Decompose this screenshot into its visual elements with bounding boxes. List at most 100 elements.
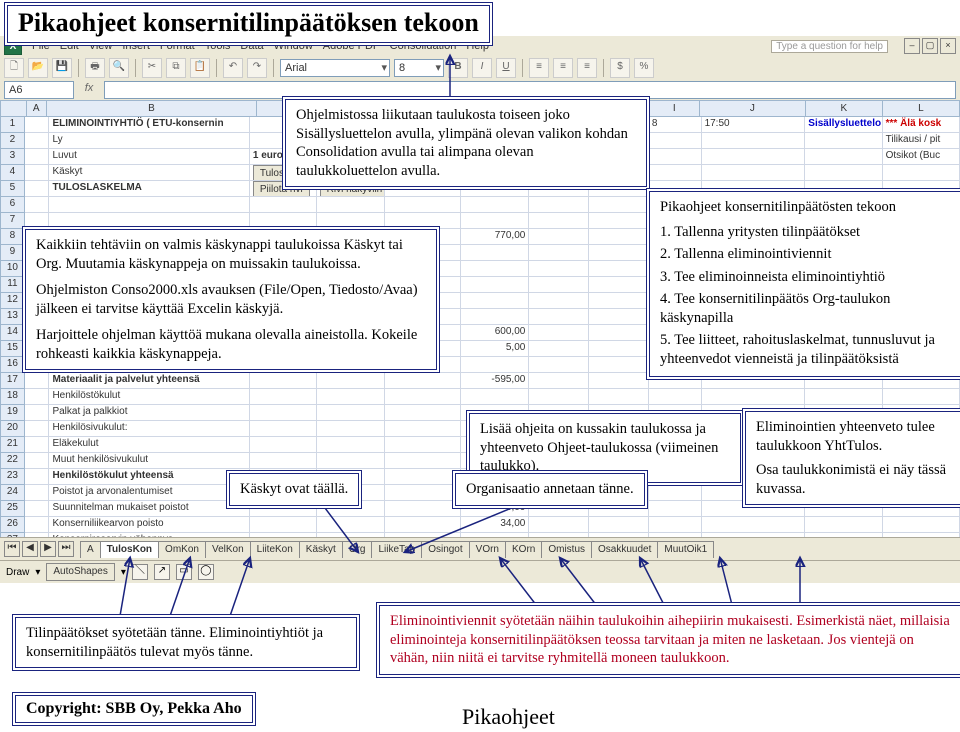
cell[interactable]: Palkat ja palkkiot — [49, 405, 249, 421]
cell[interactable] — [529, 325, 589, 341]
cell[interactable] — [529, 341, 589, 357]
cell[interactable] — [529, 373, 589, 389]
cell[interactable] — [589, 245, 649, 261]
cell[interactable] — [317, 373, 386, 389]
cell[interactable]: Materiaalit ja palvelut yhteensä — [49, 373, 249, 389]
cell[interactable]: -595,00 — [461, 373, 530, 389]
cell[interactable] — [529, 389, 589, 405]
win-close-icon[interactable]: × — [940, 38, 956, 54]
cell[interactable]: Henkilöstökulut yhteensä — [49, 469, 249, 485]
cell[interactable] — [250, 405, 317, 421]
font-name-combo[interactable]: Arial — [280, 59, 390, 77]
cell[interactable]: Tilikausi / pit — [883, 133, 960, 149]
cell[interactable]: Muut henkilösivukulut — [49, 453, 249, 469]
row-header[interactable]: 21 — [0, 437, 25, 453]
toolbar-percent-icon[interactable]: % — [634, 58, 654, 78]
col-header-J[interactable]: J — [700, 100, 806, 117]
col-header-K[interactable]: K — [806, 100, 883, 117]
cell[interactable] — [805, 517, 882, 533]
sheet-tab-osakkuudet[interactable]: Osakkuudet — [591, 541, 658, 558]
toolbar-redo-icon[interactable]: ↷ — [247, 58, 267, 78]
cell[interactable] — [385, 373, 461, 389]
cell[interactable] — [589, 229, 649, 245]
toolbar-italic-icon[interactable]: I — [472, 58, 492, 78]
toolbar-align-right-icon[interactable]: ≡ — [577, 58, 597, 78]
toolbar-undo-icon[interactable]: ↶ — [223, 58, 243, 78]
cell[interactable] — [529, 357, 589, 373]
sheet-tab-velkon[interactable]: VelKon — [205, 541, 251, 558]
cell[interactable] — [385, 405, 461, 421]
help-search-input[interactable]: Type a question for help — [771, 40, 888, 53]
cell[interactable]: 600,00 — [461, 325, 530, 341]
cell[interactable] — [317, 197, 386, 213]
cell[interactable] — [385, 421, 461, 437]
cell[interactable] — [25, 469, 50, 485]
cell[interactable]: 5,00 — [461, 341, 530, 357]
sheet-tab-org[interactable]: Org — [342, 541, 373, 558]
draw-oval-icon[interactable]: ◯ — [198, 564, 214, 580]
toolbar-save-icon[interactable]: 💾 — [52, 58, 72, 78]
cell[interactable] — [805, 133, 882, 149]
cell[interactable] — [385, 517, 461, 533]
toolbar-cut-icon[interactable]: ✂ — [142, 58, 162, 78]
cell[interactable] — [805, 149, 882, 165]
cell[interactable] — [25, 373, 50, 389]
cell[interactable]: Otsikot (Buc — [883, 149, 960, 165]
toolbar-new-icon[interactable]: 🗋 — [4, 58, 24, 78]
cell[interactable] — [461, 213, 530, 229]
sheet-tab-käskyt[interactable]: Käskyt — [299, 541, 343, 558]
cell[interactable] — [25, 117, 50, 133]
cell[interactable] — [250, 389, 317, 405]
cell[interactable] — [649, 501, 702, 517]
row-header[interactable]: 17 — [0, 373, 25, 389]
toolbar-open-icon[interactable]: 📂 — [28, 58, 48, 78]
toolbar-paste-icon[interactable]: 📋 — [190, 58, 210, 78]
cell[interactable] — [25, 421, 50, 437]
row-header[interactable]: 25 — [0, 501, 25, 517]
cell[interactable]: Poistot ja arvonalentumiset — [49, 485, 249, 501]
row-header[interactable]: 24 — [0, 485, 25, 501]
cell[interactable] — [250, 453, 317, 469]
cell[interactable] — [589, 213, 649, 229]
row-header[interactable]: 19 — [0, 405, 25, 421]
cell[interactable] — [317, 437, 386, 453]
row-header[interactable]: 2 — [0, 133, 25, 149]
row-header[interactable]: 3 — [0, 149, 25, 165]
cell[interactable] — [250, 421, 317, 437]
cell[interactable] — [250, 373, 317, 389]
font-size-combo[interactable]: 8 — [394, 59, 444, 77]
cell[interactable] — [250, 517, 317, 533]
row-header[interactable]: 20 — [0, 421, 25, 437]
cell[interactable] — [589, 373, 649, 389]
col-header-A[interactable]: A — [27, 100, 47, 117]
autoshapes-menu[interactable]: AutoShapes — [46, 563, 115, 581]
cell[interactable] — [25, 405, 50, 421]
cell[interactable] — [529, 277, 589, 293]
cell[interactable] — [702, 149, 806, 165]
sheet-tab-tuloskon[interactable]: TulosKon — [100, 541, 159, 558]
tab-nav-last-icon[interactable]: ⏭ — [58, 541, 74, 557]
cell[interactable] — [883, 389, 960, 405]
cell[interactable] — [702, 517, 806, 533]
cell[interactable] — [317, 453, 386, 469]
cell[interactable] — [25, 501, 50, 517]
name-box[interactable]: A6 — [4, 81, 74, 99]
cell[interactable] — [25, 133, 50, 149]
cell[interactable]: 34,00 — [461, 517, 530, 533]
sheet-tab-vorn[interactable]: VOrn — [469, 541, 506, 558]
cell[interactable]: Henkilösivukulut: — [49, 421, 249, 437]
cell[interactable] — [589, 389, 649, 405]
toolbar-bold-icon[interactable]: B — [448, 58, 468, 78]
row-header[interactable]: 1 — [0, 117, 25, 133]
draw-rect-icon[interactable]: ▭ — [176, 564, 192, 580]
cell[interactable] — [25, 437, 50, 453]
cell[interactable]: Käskyt — [49, 165, 249, 181]
cell[interactable] — [250, 197, 317, 213]
cell[interactable] — [589, 357, 649, 373]
cell[interactable] — [25, 149, 50, 165]
cell[interactable] — [461, 197, 530, 213]
cell[interactable] — [385, 389, 461, 405]
row-header[interactable]: 23 — [0, 469, 25, 485]
cell[interactable] — [461, 261, 530, 277]
cell[interactable] — [649, 133, 702, 149]
